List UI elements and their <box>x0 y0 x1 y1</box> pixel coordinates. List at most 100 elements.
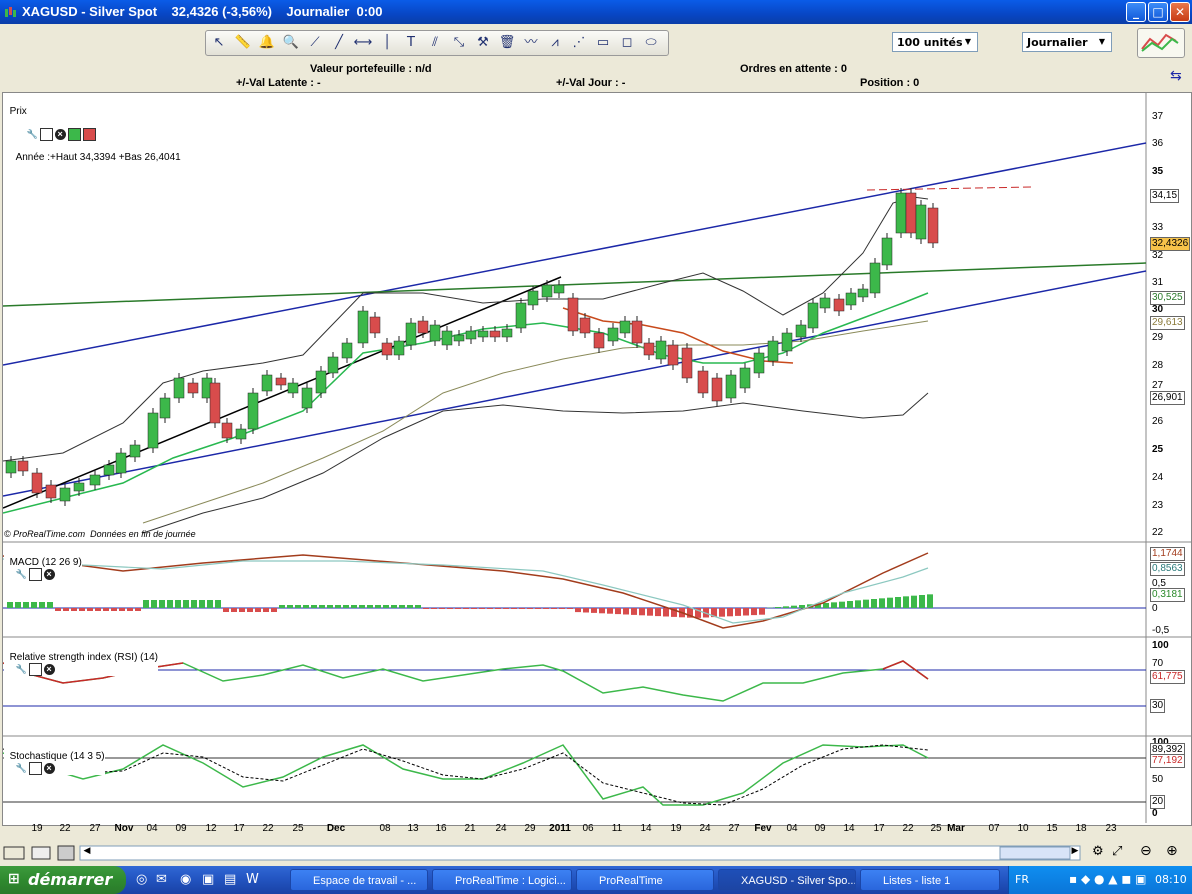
task-item[interactable]: ProRealTime : Logici... <box>432 869 572 891</box>
close-icon[interactable]: × <box>43 763 55 774</box>
text-icon[interactable]: T <box>401 33 421 53</box>
task-item[interactable]: ProRealTime <box>576 869 714 891</box>
quicklaunch-icon[interactable]: W <box>246 872 259 887</box>
window-icon[interactable] <box>28 568 42 581</box>
macd-histogram-bar <box>823 603 829 608</box>
candle <box>681 347 693 379</box>
x-tick: 14 <box>843 823 855 834</box>
task-item[interactable]: Espace de travail - ... <box>290 869 428 891</box>
alarm-icon[interactable]: 🔔 <box>257 33 277 53</box>
close-icon[interactable]: × <box>43 664 55 675</box>
channel-icon[interactable]: ⤡ <box>449 33 469 53</box>
rsi-panel-header: Relative strength index (RSI) (14) 🔧 × <box>4 641 158 676</box>
chart-canvas[interactable] <box>3 93 1191 825</box>
horizontal-line-icon[interactable]: ⟷ <box>353 33 373 53</box>
candle <box>711 377 723 402</box>
line-icon[interactable]: ⟋ <box>305 33 325 53</box>
macd-histogram-bar <box>167 600 173 608</box>
wrench-icon[interactable]: 🔧 <box>16 763 27 774</box>
x-tick: 12 <box>205 823 217 834</box>
zoom-icon[interactable]: 🔍 <box>281 33 301 53</box>
y-tick: 50 <box>1152 774 1164 785</box>
candle <box>697 370 709 394</box>
arrow-down-icon[interactable] <box>82 128 96 141</box>
ellipse-icon[interactable]: ⬭ <box>641 33 661 53</box>
macd-histogram-bar <box>927 594 933 608</box>
y-tick: 24 <box>1152 472 1164 483</box>
wrench-icon[interactable]: 🔧 <box>16 569 27 580</box>
quantity-select[interactable]: 100 unités ▼ <box>892 32 978 52</box>
trash-icon[interactable]: 🗑 <box>497 33 517 53</box>
tray-icons[interactable]: ▪ ◆ ● ▲ ◼ ▣ <box>1069 872 1146 886</box>
ruler-icon[interactable]: 📏 <box>233 33 253 53</box>
clock: 08:10 <box>1155 873 1187 886</box>
quicklaunch-icon[interactable]: ✉ <box>156 872 167 887</box>
candle <box>489 330 501 338</box>
macd-histogram-bar <box>783 606 789 608</box>
quicklaunch-icon[interactable]: ▤ <box>224 872 236 887</box>
scroll-left-button[interactable]: ◀ <box>80 846 94 860</box>
window-icon[interactable] <box>28 762 42 775</box>
quicklaunch-icon[interactable]: ◉ <box>180 872 191 887</box>
trendline-icon[interactable]: ╱ <box>329 33 349 53</box>
macd-histogram-bar <box>551 608 557 609</box>
close-icon[interactable]: × <box>54 129 66 140</box>
chart-style-icon <box>1141 33 1179 52</box>
window-icon[interactable] <box>28 663 42 676</box>
x-tick: 22 <box>902 823 914 834</box>
macd-signal-value: 0,8563 <box>1150 562 1185 576</box>
candle <box>857 288 869 298</box>
autoscale-icon[interactable]: ⚙ <box>1092 844 1104 859</box>
maximize-button[interactable]: □ <box>1148 2 1168 22</box>
tools-icon[interactable]: ⚒ <box>473 33 493 53</box>
task-item[interactable]: XAGUSD - Silver Spo... <box>718 869 856 891</box>
quicklaunch-icon[interactable]: ▣ <box>202 872 214 887</box>
credit-text: © ProRealTime.com Données en fin de jour… <box>4 529 196 539</box>
fibonacci-icon[interactable]: ⫽ <box>425 33 445 53</box>
zoom-out-icon[interactable]: ⊖ <box>1140 843 1152 859</box>
minimize-button[interactable]: _ <box>1126 2 1146 22</box>
wrench-icon[interactable]: 🔧 <box>27 129 38 140</box>
wrench-icon[interactable]: 🔧 <box>16 664 27 675</box>
period-select[interactable]: Journalier ▼ <box>1022 32 1112 52</box>
shape-icon[interactable]: ◻ <box>617 33 637 53</box>
candle <box>927 207 939 244</box>
window-icon[interactable] <box>39 128 53 141</box>
macd-histogram-bar <box>495 608 501 609</box>
candle <box>287 382 299 394</box>
rectangle-icon[interactable]: ▭ <box>593 33 613 53</box>
macd-histogram-bar <box>623 608 629 615</box>
scroll-right-button[interactable]: ▶ <box>1068 846 1082 860</box>
start-button[interactable]: ⊞ démarrer <box>0 866 126 894</box>
task-item[interactable]: Listes - liste 1 <box>860 869 1000 891</box>
chart-area[interactable] <box>2 92 1192 826</box>
candle <box>209 382 221 424</box>
x-tick: 19 <box>670 823 682 834</box>
language-indicator[interactable]: FR <box>1015 873 1029 886</box>
macd-histogram-bar <box>743 608 749 616</box>
cursor-icon[interactable]: ↖ <box>209 33 229 53</box>
candle <box>515 302 527 329</box>
vertical-line-icon[interactable]: │ <box>377 33 397 53</box>
position: Position : 0 <box>860 77 920 89</box>
candle <box>327 356 339 374</box>
macd-histogram-bar <box>111 608 117 611</box>
macd-histogram-bar <box>735 608 741 616</box>
sync-icon[interactable]: ⇆ <box>1170 68 1182 84</box>
chart-style-button[interactable] <box>1137 28 1185 58</box>
system-tray: FR ▪ ◆ ● ▲ ◼ ▣ 08:10 <box>1008 866 1192 894</box>
quicklaunch-icon[interactable]: ◎ <box>136 872 147 887</box>
close-icon[interactable]: × <box>43 569 55 580</box>
macd-histogram-bar <box>295 605 301 608</box>
indicator-icon[interactable]: 〰 <box>521 33 541 53</box>
zoom-in-icon[interactable]: ⊕ <box>1166 843 1178 859</box>
x-tick: 27 <box>728 823 740 834</box>
arrow-up-icon[interactable] <box>67 128 81 141</box>
fan-icon[interactable]: ⋰ <box>569 33 589 53</box>
close-button[interactable]: ✕ <box>1170 2 1190 22</box>
macd-histogram-value: 0,3181 <box>1150 588 1185 602</box>
y-tick: 30 <box>1152 304 1164 315</box>
pattern-icon[interactable]: ⩘ <box>545 33 565 53</box>
macd-value: 1,1744 <box>1150 547 1185 561</box>
zoom-fit-icon[interactable]: ⤢ <box>1112 844 1122 859</box>
